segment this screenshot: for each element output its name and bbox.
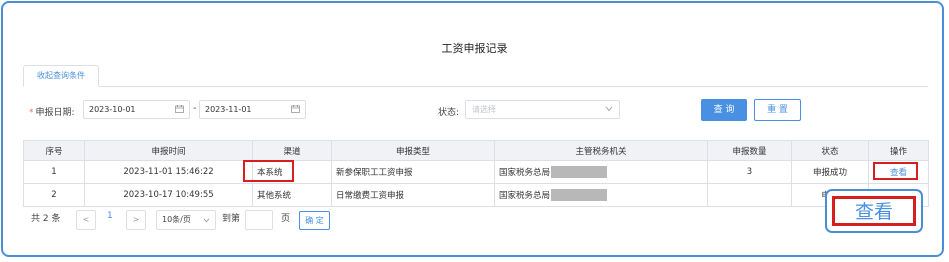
date-filter-label: * 申报日期: xyxy=(29,105,75,118)
cell-authority: 国家税务总局 xyxy=(494,183,708,207)
header-count: 申报数量 xyxy=(707,140,792,161)
goto-label: 到第 xyxy=(222,214,241,224)
calendar-icon xyxy=(175,105,184,113)
chevron-down-icon xyxy=(605,106,613,112)
total-count: 2 xyxy=(42,214,49,224)
date-end-value: 2023-11-01 xyxy=(205,105,252,114)
tab-divider xyxy=(23,86,928,87)
goto-confirm-button[interactable]: 确 定 xyxy=(299,211,330,230)
date-start-value: 2023-10-01 xyxy=(89,105,136,114)
cell-count xyxy=(707,183,792,207)
required-mark: * xyxy=(29,108,34,118)
header-time: 申报时间 xyxy=(84,140,253,161)
authority-text: 国家税务总局 xyxy=(499,167,551,178)
cell-index: 2 xyxy=(23,183,85,207)
cell-type: 日常缴费工资申报 xyxy=(331,183,495,207)
callout-view-label: 查看 xyxy=(832,196,916,226)
next-page-button[interactable]: > xyxy=(126,210,146,230)
total-prefix: 共 xyxy=(31,214,41,224)
redacted-block xyxy=(551,166,608,179)
header-type: 申报类型 xyxy=(331,140,495,161)
cell-index: 1 xyxy=(23,160,85,184)
header-authority: 主管税务机关 xyxy=(494,140,708,161)
cell-authority: 国家税务总局 xyxy=(494,160,708,184)
reset-button[interactable]: 重 置 xyxy=(754,99,801,121)
chevron-down-icon xyxy=(203,218,210,223)
records-table: 序号 申报时间 渠道 申报类型 主管税务机关 申报数量 状态 操作 1 2023… xyxy=(23,140,929,207)
header-status: 状态 xyxy=(791,140,869,161)
header-channel: 渠道 xyxy=(252,140,332,161)
pagination-total: 共 2 条 xyxy=(31,211,61,224)
query-button[interactable]: 查 询 xyxy=(701,99,747,121)
header-action: 操作 xyxy=(868,140,929,161)
header-index: 序号 xyxy=(23,140,85,161)
zoom-callout: 查看 xyxy=(825,189,923,233)
cell-status: 申报成功 xyxy=(791,160,869,184)
action-highlight-box xyxy=(873,162,918,180)
cell-channel: 其他系统 xyxy=(252,183,332,207)
page-unit: 页 xyxy=(281,214,291,224)
table-header-row: 序号 申报时间 渠道 申报类型 主管税务机关 申报数量 状态 操作 xyxy=(23,140,929,161)
cell-time: 2023-10-17 10:49:55 xyxy=(84,183,253,207)
table-row: 2 2023-10-17 10:49:55 其他系统 日常缴费工资申报 国家税务… xyxy=(23,183,929,207)
status-select[interactable]: 请选择 xyxy=(465,100,620,119)
current-page[interactable]: 1 xyxy=(107,211,113,221)
prev-page-button[interactable]: < xyxy=(76,210,96,230)
status-placeholder: 请选择 xyxy=(472,105,496,114)
page-size-value: 10条/页 xyxy=(162,215,191,224)
cell-type: 新参保职工工资申报 xyxy=(331,160,495,184)
tab-collapse-query[interactable]: 收起查询条件 xyxy=(23,65,99,87)
page-size-select[interactable]: 10条/页 xyxy=(156,210,216,230)
date-start-input[interactable]: 2023-10-01 xyxy=(83,100,190,119)
status-filter-label: 状态: xyxy=(438,108,460,118)
calendar-icon xyxy=(291,105,300,113)
date-label-text: 申报日期: xyxy=(35,108,75,118)
date-separator: - xyxy=(193,103,197,114)
redacted-block xyxy=(551,189,608,202)
cell-time: 2023-11-01 15:46:22 xyxy=(84,160,253,184)
table-row: 1 2023-11-01 15:46:22 本系统 新参保职工工资申报 国家税务… xyxy=(23,160,929,184)
date-end-input[interactable]: 2023-11-01 xyxy=(199,100,306,119)
total-suffix: 条 xyxy=(51,214,61,224)
channel-highlight-box xyxy=(243,160,294,182)
authority-text: 国家税务总局 xyxy=(499,190,551,201)
goto-page-input[interactable] xyxy=(245,210,273,230)
cell-count: 3 xyxy=(707,160,792,184)
page-title: 工资申报记录 xyxy=(441,42,508,55)
